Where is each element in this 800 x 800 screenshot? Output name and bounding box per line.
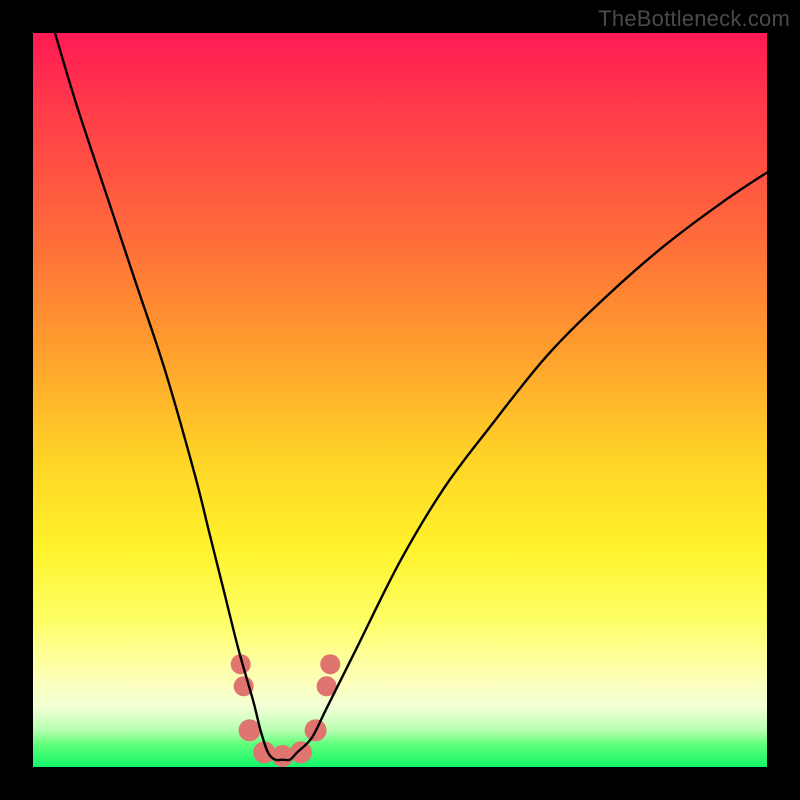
marker-group bbox=[231, 654, 341, 767]
curve-layer bbox=[33, 33, 767, 767]
plot-area bbox=[33, 33, 767, 767]
dot-right-upper bbox=[320, 654, 340, 674]
chart-frame: TheBottleneck.com bbox=[0, 0, 800, 800]
bottleneck-curve bbox=[55, 33, 767, 760]
watermark-text: TheBottleneck.com bbox=[598, 6, 790, 32]
dot-floor-4 bbox=[290, 741, 312, 763]
dot-floor-3 bbox=[272, 745, 294, 767]
dot-floor-1 bbox=[239, 719, 261, 741]
